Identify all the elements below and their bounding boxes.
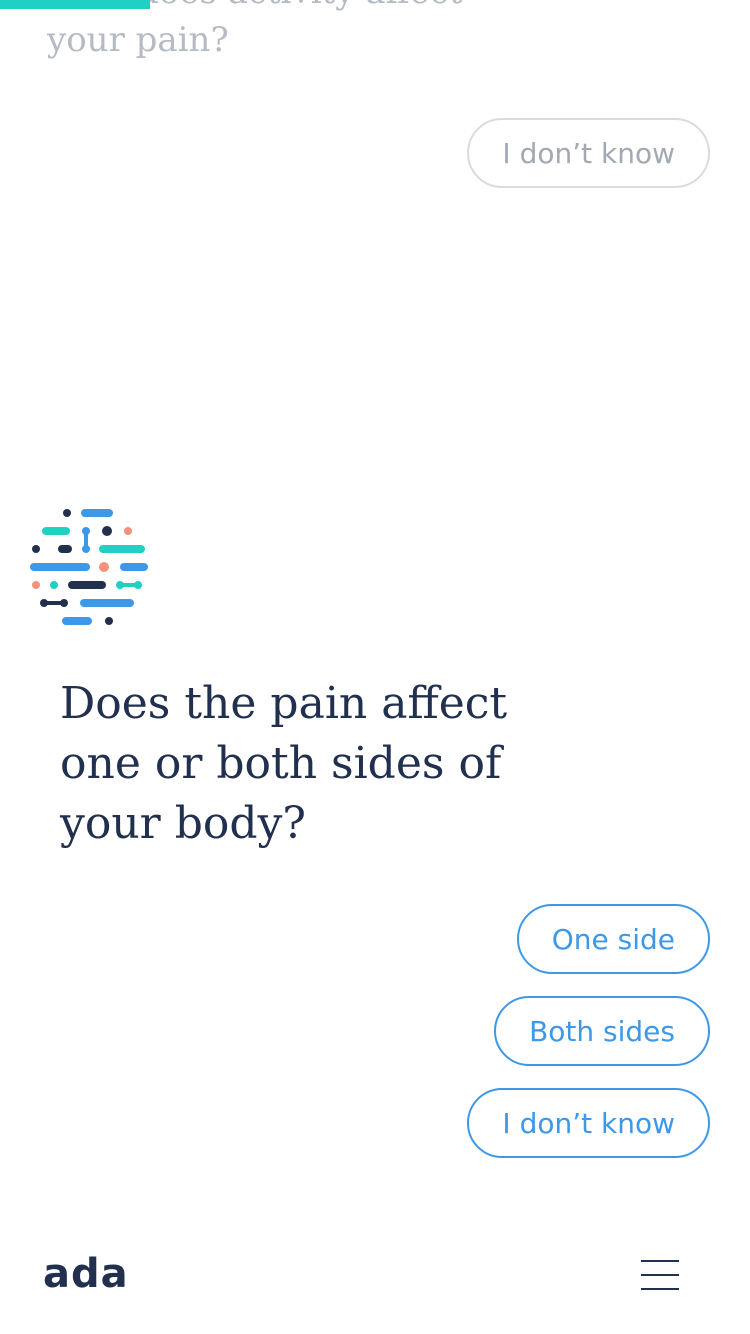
progress-bar (0, 0, 150, 9)
previous-answer-label: I don’t know (502, 136, 675, 170)
previous-answer-dont-know-button: I don’t know (467, 118, 710, 188)
option-label: One side (551, 922, 675, 956)
ada-assistant-logo-icon (30, 509, 148, 625)
hamburger-menu-icon[interactable] (641, 1258, 683, 1292)
ada-wordmark-logo: ada (43, 1251, 129, 1297)
current-question-text: Does the pain affect one or both sides o… (60, 678, 508, 849)
option-dont-know-button[interactable]: I don’t know (467, 1088, 710, 1158)
option-both-sides-button[interactable]: Both sides (494, 996, 710, 1066)
option-label: I don’t know (502, 1106, 675, 1140)
option-label: Both sides (529, 1014, 675, 1048)
option-one-side-button[interactable]: One side (516, 904, 710, 974)
previous-question-text: How does activity affect your pain? (47, 0, 463, 60)
